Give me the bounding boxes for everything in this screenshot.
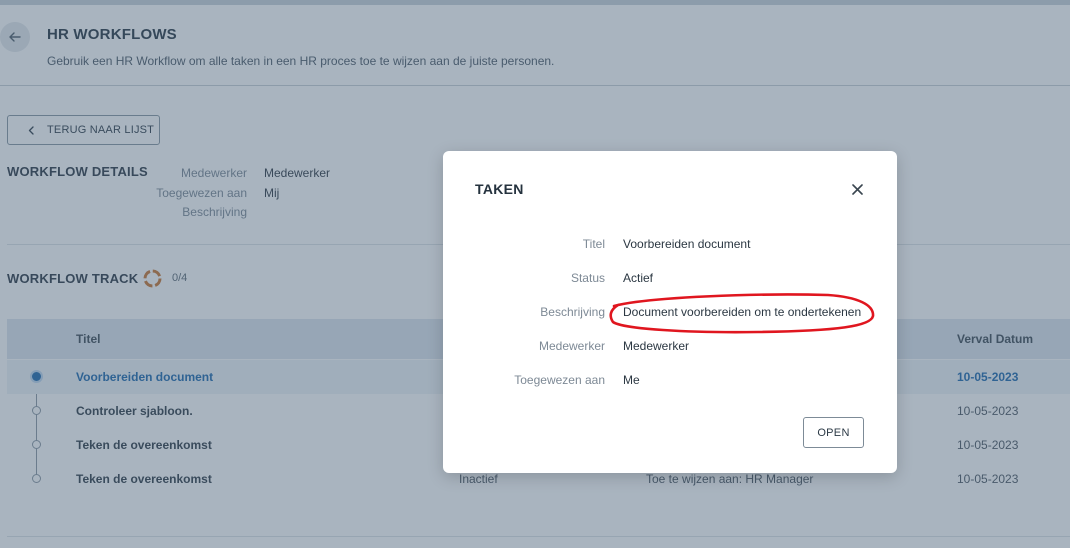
red-annotation-ellipse [609,293,875,334]
modal-value-medewerker: Medewerker [623,339,690,353]
close-icon [851,183,863,195]
task-modal: TAKEN Titel Voorbereiden document Status… [443,151,897,473]
modal-value-toegewezen: Me [623,373,640,387]
modal-label-toegewezen: Toegewezen aan [514,373,605,387]
modal-label-status: Status [570,271,605,285]
modal-title: TAKEN [475,181,524,197]
modal-value-titel: Voorbereiden document [623,237,751,251]
close-button[interactable] [847,179,867,199]
modal-label-medewerker: Medewerker [538,339,605,353]
modal-label-beschrijving: Beschrijving [540,305,605,319]
open-button[interactable]: OPEN [803,417,864,448]
modal-label-titel: Titel [582,237,605,251]
modal-value-status: Actief [623,271,654,285]
